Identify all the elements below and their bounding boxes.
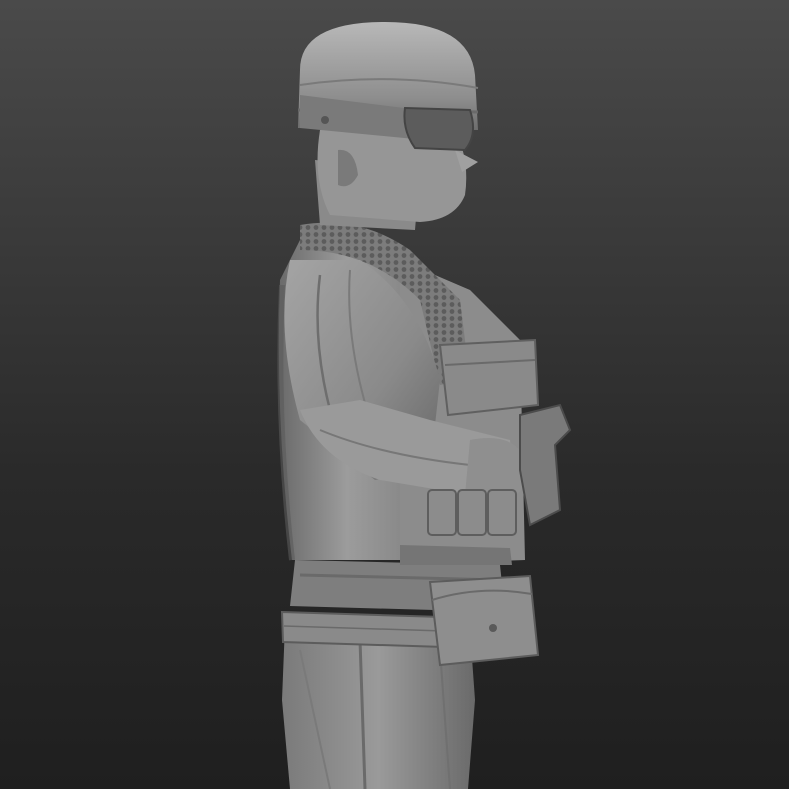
goggles [403, 106, 475, 152]
sculpt-render [277, 22, 572, 789]
mag-pouch-2 [457, 489, 487, 536]
chest-pouch [438, 338, 540, 417]
helmet-rivet [321, 116, 329, 124]
pistol [519, 403, 572, 527]
render-viewport [0, 0, 789, 789]
belt-pouch [428, 574, 540, 667]
mag-pouch-1 [427, 489, 457, 536]
mag-pouch-3 [487, 489, 517, 536]
